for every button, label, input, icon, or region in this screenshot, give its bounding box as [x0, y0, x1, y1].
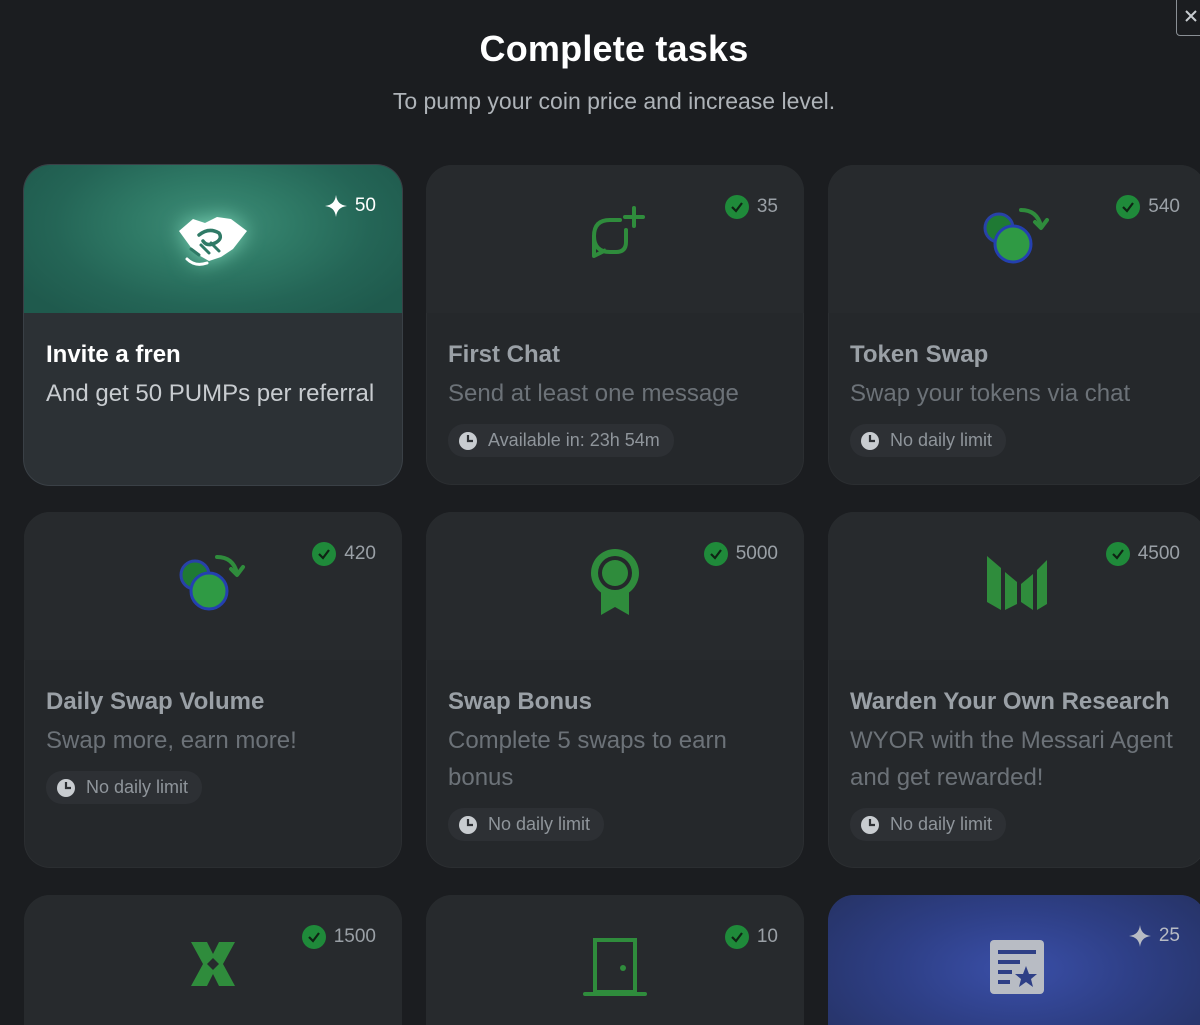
task-grid: 50 Invite a fren And get 50 PUMPs per re… [0, 0, 1200, 1025]
coin-swap-icon [983, 208, 1049, 264]
chat-plus-icon [592, 206, 645, 258]
task-name: First Chat [448, 341, 561, 368]
reward-value: 420 [344, 543, 376, 564]
messari-logo-icon [987, 556, 1047, 610]
task-name: Warden Your Own Research [850, 688, 1170, 715]
task-card-header: 1500 [24, 895, 402, 1025]
task-description: WYOR with the Messari Agent and get rewa… [850, 727, 1173, 791]
availability-pill: No daily limit [46, 771, 203, 804]
availability-text: No daily limit [86, 777, 189, 797]
reward-badge: 5000 [703, 542, 778, 566]
door-icon [583, 938, 647, 996]
clock-icon [861, 431, 879, 450]
task-card-review[interactable]: 25 [828, 895, 1200, 1025]
review-star-icon [990, 940, 1044, 994]
task-name: Invite a fren [46, 341, 181, 368]
task-card-header: 25 [828, 895, 1200, 1025]
task-card-first-chat[interactable]: 35 First Chat Send at least one message … [426, 165, 804, 485]
reward-value: 35 [756, 196, 778, 217]
check-icon [1116, 195, 1141, 219]
availability-text: No daily limit [488, 814, 591, 834]
sparkle-icon [1128, 925, 1151, 947]
award-ribbon-icon [591, 549, 639, 615]
handshake-icon [179, 217, 247, 266]
task-description: Complete 5 swaps to earn bonus [448, 727, 727, 791]
reward-value: 10 [756, 926, 778, 947]
clock-icon [459, 815, 477, 834]
task-card-daily-swap-volume[interactable]: 420 Daily Swap Volume Swap more, earn mo… [24, 512, 402, 868]
task-card-invite[interactable]: 50 Invite a fren And get 50 PUMPs per re… [24, 165, 402, 485]
task-card-header: 540 [828, 165, 1200, 313]
reward-value: 5000 [735, 543, 778, 564]
reward-badge: 420 [312, 542, 376, 566]
task-card-header: 10 [426, 895, 804, 1025]
reward-value: 4500 [1137, 543, 1180, 564]
check-icon [724, 195, 749, 219]
task-description: Swap your tokens via chat [850, 380, 1131, 407]
task-card-swap-bonus[interactable]: 5000 Swap Bonus Complete 5 swaps to earn… [426, 512, 804, 868]
task-description: And get 50 PUMPs per referral [46, 380, 375, 407]
availability-pill: Available in: 23h 54m [448, 424, 674, 457]
reward-value: 50 [354, 195, 376, 216]
task-card-header: 35 [426, 165, 804, 313]
task-card-header: 420 [24, 512, 402, 660]
reward-value: 1500 [333, 926, 376, 947]
availability-pill: No daily limit [448, 808, 605, 841]
reward-value: 25 [1158, 925, 1180, 946]
task-card-door[interactable]: 10 [426, 895, 804, 1025]
clock-icon [459, 431, 477, 450]
task-card-header: 4500 [828, 512, 1200, 660]
x-logo-icon [191, 942, 235, 986]
check-icon [724, 925, 749, 949]
availability-text: No daily limit [890, 814, 993, 834]
clock-icon [57, 778, 75, 797]
availability-pill: No daily limit [850, 808, 1007, 841]
reward-badge: 540 [1116, 195, 1180, 219]
task-card-token-swap[interactable]: 540 Token Swap Swap your tokens via chat… [828, 165, 1200, 485]
availability-pill: No daily limit [850, 424, 1007, 457]
check-icon [1105, 542, 1130, 566]
task-card-x[interactable]: 1500 [24, 895, 402, 1025]
coin-swap-icon [179, 555, 245, 611]
reward-badge: 25 [1128, 925, 1180, 947]
reward-badge: 10 [724, 925, 778, 949]
reward-value: 540 [1148, 196, 1180, 217]
task-card-wyor[interactable]: 4500 Warden Your Own Research WYOR with … [828, 512, 1200, 868]
reward-badge: 1500 [301, 925, 376, 949]
task-description: Swap more, earn more! [46, 727, 297, 754]
task-name: Token Swap [850, 341, 989, 368]
reward-badge: 50 [324, 195, 376, 217]
clock-icon [861, 815, 879, 834]
check-icon [312, 542, 337, 566]
task-card-header: 5000 [426, 512, 804, 660]
task-name: Swap Bonus [448, 688, 593, 715]
reward-badge: 35 [724, 195, 778, 219]
availability-text: No daily limit [890, 430, 993, 450]
check-icon [703, 542, 728, 566]
reward-badge: 4500 [1105, 542, 1180, 566]
sparkle-icon [324, 195, 347, 217]
check-icon [301, 925, 326, 949]
task-name: Daily Swap Volume [46, 688, 265, 715]
task-card-header: 50 [24, 165, 402, 313]
task-description: Send at least one message [448, 380, 739, 407]
availability-text: Available in: 23h 54m [488, 430, 660, 450]
